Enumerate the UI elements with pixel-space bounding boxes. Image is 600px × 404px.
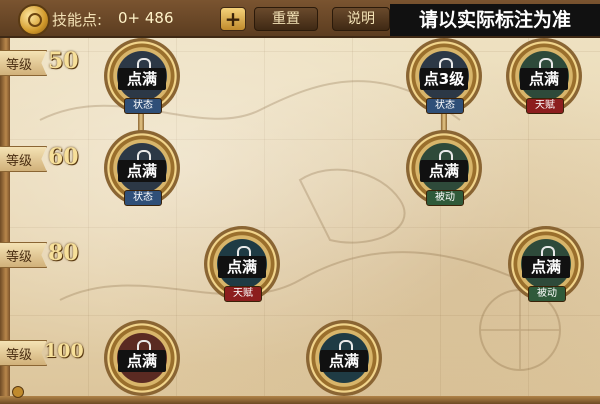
skill-status: 点满 bbox=[118, 160, 166, 182]
level-value: 50 bbox=[48, 48, 79, 74]
level-value: 80 bbox=[48, 240, 79, 266]
skill-type-tag: 被动 bbox=[528, 286, 566, 302]
lock-icon bbox=[137, 150, 151, 160]
level-label: 等级 bbox=[6, 58, 33, 73]
skill-type-tag: 天赋 bbox=[526, 98, 564, 114]
skill-type-tag: 状态 bbox=[124, 190, 162, 206]
skill-node[interactable]: 点满 bbox=[306, 320, 382, 396]
skill-type-tag: 天赋 bbox=[224, 286, 262, 302]
skill-node[interactable]: 点3级 状态 bbox=[406, 38, 482, 114]
skill-status: 点满 bbox=[118, 350, 166, 372]
lock-icon bbox=[339, 340, 353, 350]
lock-icon bbox=[439, 150, 453, 160]
level-value: 100 bbox=[44, 340, 84, 362]
bottom-frame bbox=[0, 396, 600, 404]
lock-icon bbox=[237, 246, 251, 256]
skill-status: 点满 bbox=[218, 256, 266, 278]
skill-type-tag: 状态 bbox=[124, 98, 162, 114]
skill-node[interactable]: 点满 状态 bbox=[104, 38, 180, 114]
skill-point-icon bbox=[18, 4, 50, 36]
skill-points-label: 技能点: bbox=[52, 11, 103, 29]
skill-node[interactable]: 点满 被动 bbox=[508, 226, 584, 302]
skill-status: 点满 bbox=[520, 68, 568, 90]
level-tab-80: 等级 80 bbox=[0, 240, 96, 268]
info-button[interactable]: 说明 bbox=[332, 7, 390, 31]
lock-icon bbox=[137, 58, 151, 68]
skill-type-tag: 状态 bbox=[426, 98, 464, 114]
level-label: 等级 bbox=[6, 154, 33, 169]
skill-status: 点满 bbox=[420, 160, 468, 182]
level-tab-100: 等级 100 bbox=[0, 338, 96, 366]
skill-tree-screen: 技能点: 0+ 486 + 重置 说明 请以实际标注为准 等级 50 等级 60… bbox=[0, 0, 600, 404]
level-tab-60: 等级 60 bbox=[0, 144, 96, 172]
reset-button[interactable]: 重置 bbox=[254, 7, 318, 31]
notice-banner: 请以实际标注为准 bbox=[390, 4, 600, 36]
skill-node[interactable]: 点满 天赋 bbox=[204, 226, 280, 302]
lock-icon bbox=[137, 340, 151, 350]
skill-status: 点3级 bbox=[420, 68, 468, 90]
lock-icon bbox=[541, 246, 555, 256]
skill-node[interactable]: 点满 bbox=[104, 320, 180, 396]
skill-node[interactable]: 点满 天赋 bbox=[506, 38, 582, 114]
skill-node[interactable]: 点满 被动 bbox=[406, 130, 482, 206]
level-tab-50: 等级 50 bbox=[0, 48, 96, 76]
skill-type-tag: 被动 bbox=[426, 190, 464, 206]
level-value: 60 bbox=[48, 144, 79, 170]
level-label: 等级 bbox=[6, 348, 33, 363]
skill-points-value: 0+ 486 bbox=[118, 9, 174, 27]
add-skill-points-button[interactable]: + bbox=[220, 7, 246, 31]
lock-icon bbox=[539, 58, 553, 68]
level-label: 等级 bbox=[6, 250, 33, 265]
skill-status: 点满 bbox=[118, 68, 166, 90]
skill-status: 点满 bbox=[320, 350, 368, 372]
scroll-knob[interactable] bbox=[12, 386, 24, 398]
lock-icon bbox=[439, 58, 453, 68]
skill-status: 点满 bbox=[522, 256, 570, 278]
skill-node[interactable]: 点满 状态 bbox=[104, 130, 180, 206]
